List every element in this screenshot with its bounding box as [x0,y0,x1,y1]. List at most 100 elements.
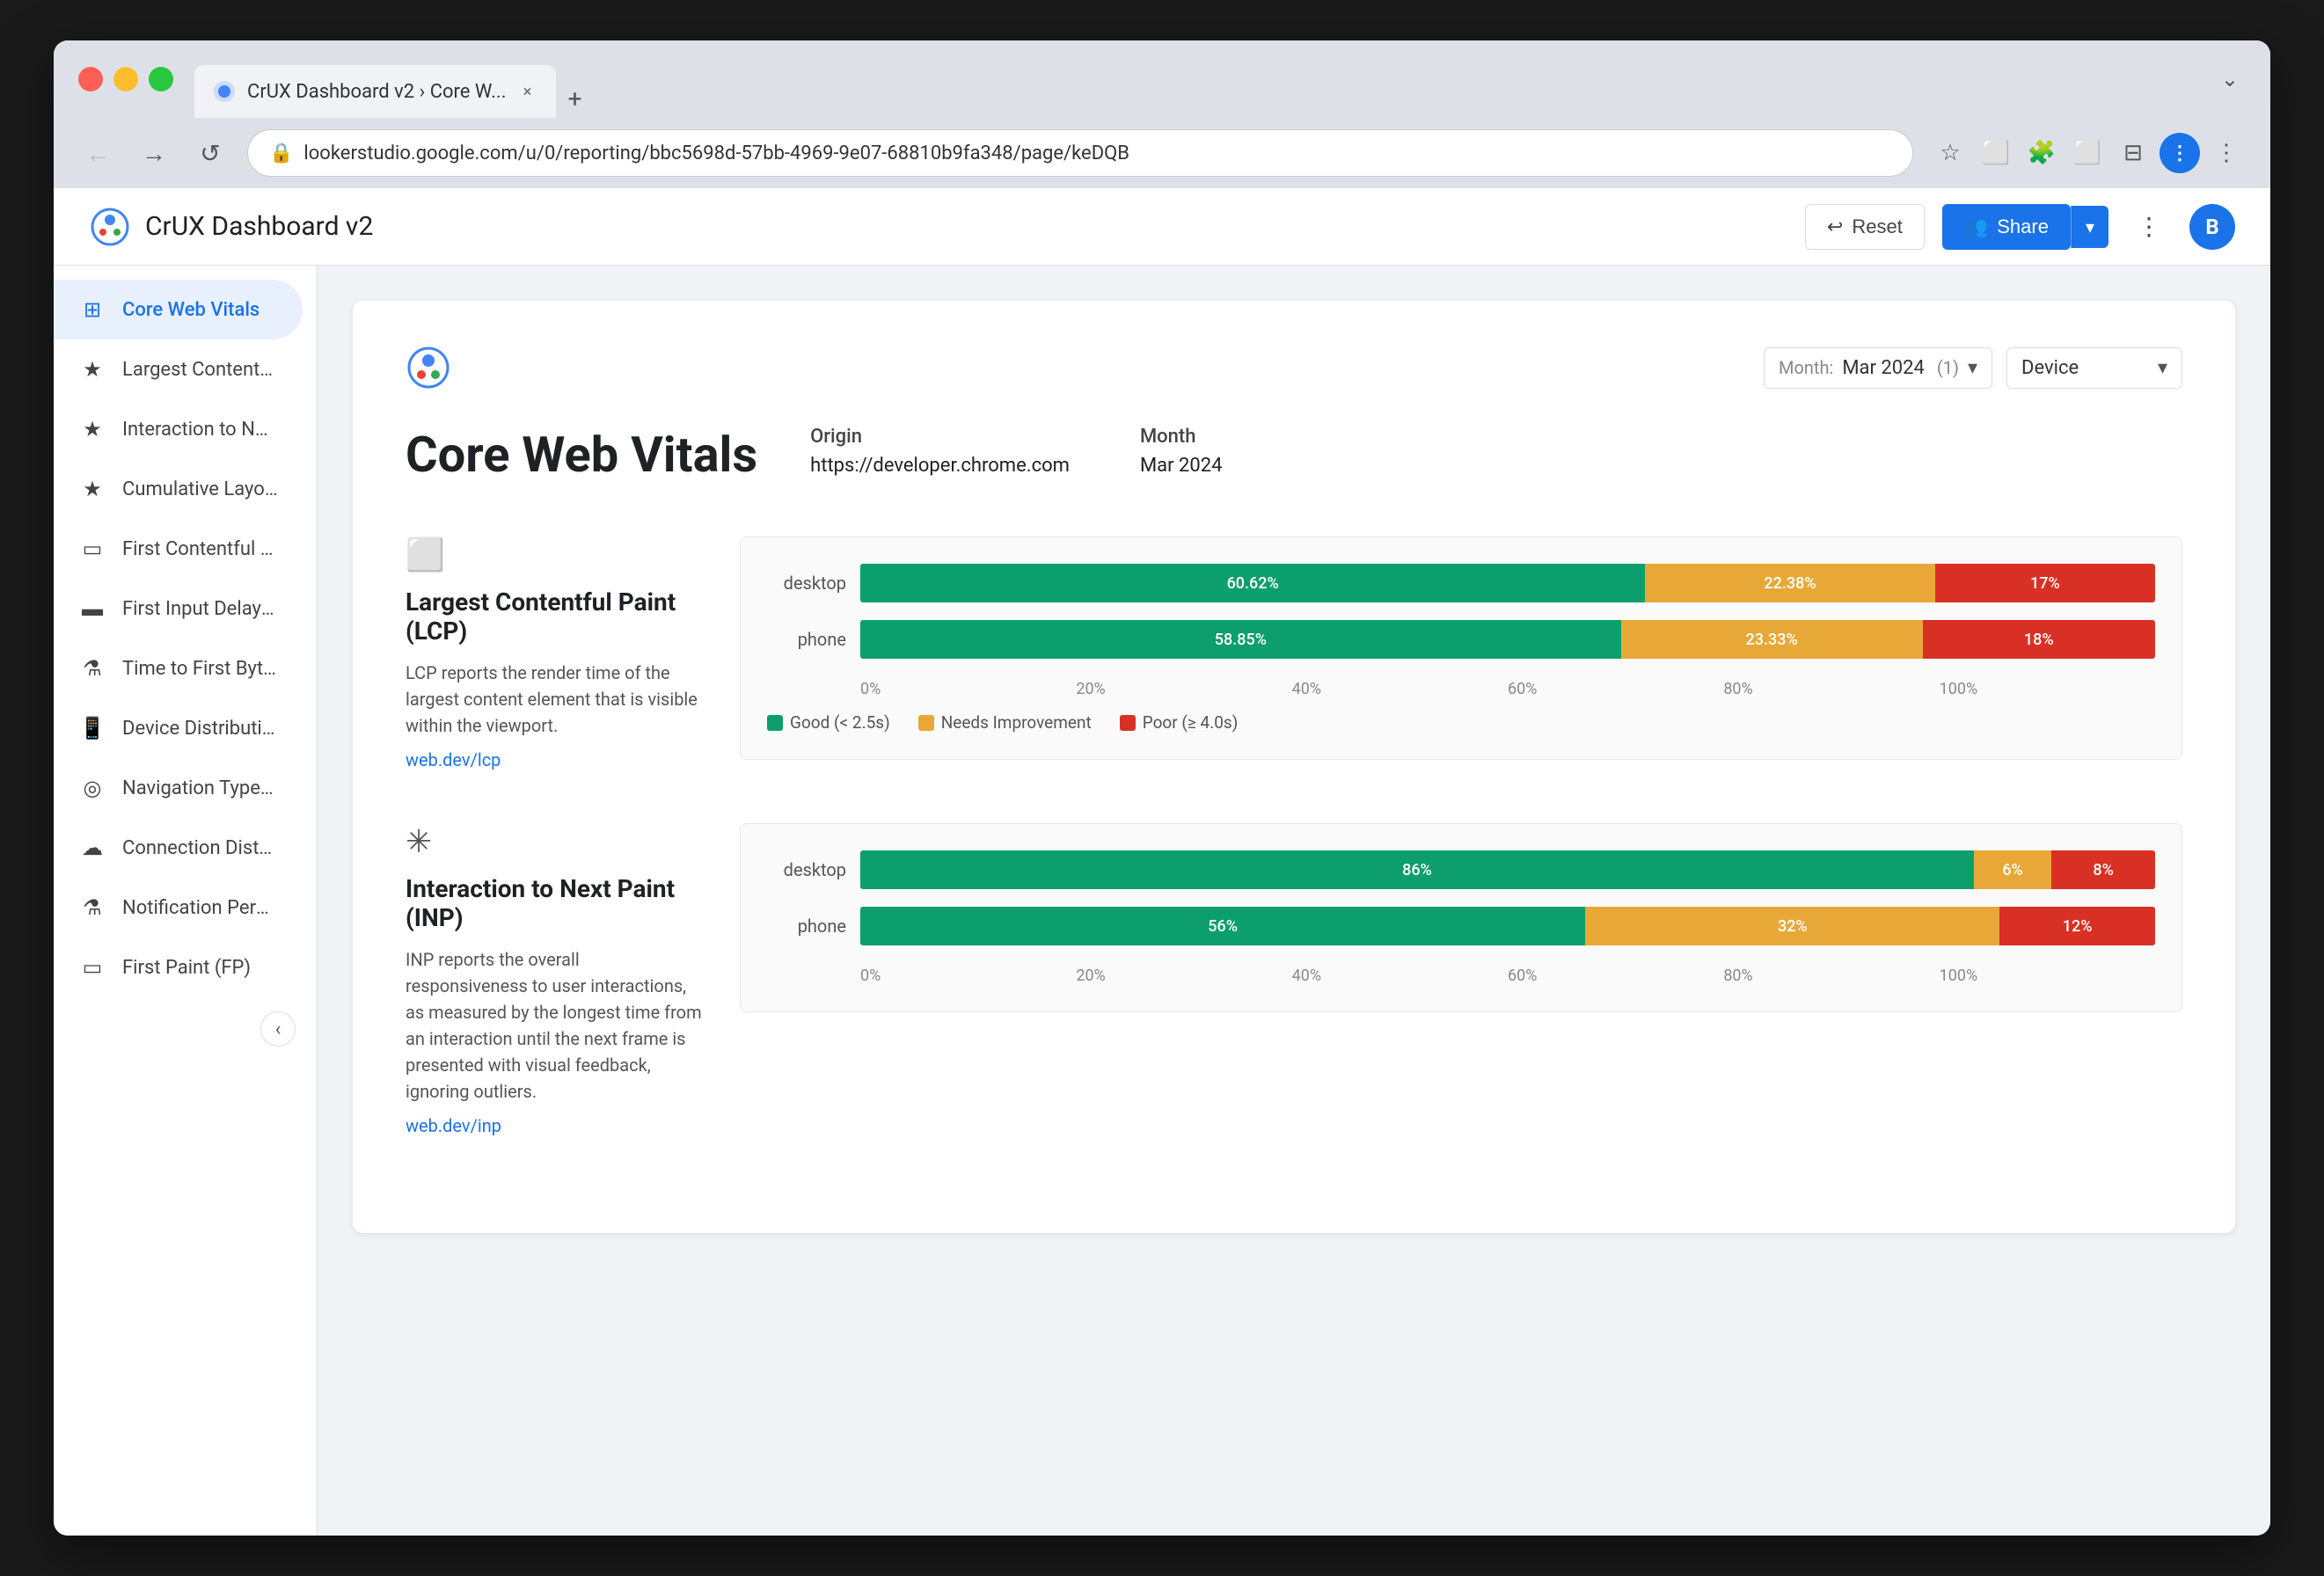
inp-phone-row: phone 56% 32% 12% [767,907,2155,945]
sidebar-item-core-web-vitals[interactable]: ⊞ Core Web Vitals [54,280,303,339]
sidebar-item-label: Navigation Type Distrib... [122,777,278,799]
month-filter[interactable]: Month: Mar 2024 (1) ▾ [1764,347,1992,389]
lcp-phone-good-bar: 58.85% [860,620,1621,659]
sidebar-item-label: Notification Permissions [122,897,278,919]
sidebar-item-cls[interactable]: ★ Cumulative Layout Shift... [54,459,303,519]
month-filter-value: Mar 2024 [1842,357,1925,379]
connection-icon: ☁ [78,834,106,862]
x-label-60: 60% [1508,967,1723,985]
origin-meta: Origin https://developer.chrome.com [810,426,1070,484]
fid-icon: ▬ [78,595,106,623]
lcp-phone-row: phone 58.85% 23.33% 18% [767,620,2155,659]
dash-meta: Origin https://developer.chrome.com Mont… [810,426,1222,484]
bookmark-button[interactable]: ☆ [1931,134,1970,172]
device-icon: 📱 [78,714,106,742]
month-value: Mar 2024 [1140,455,1223,477]
sidebar-item-fp[interactable]: ▭ First Paint (FP) [54,938,303,997]
sidebar-item-notification[interactable]: ⚗ Notification Permissions [54,878,303,938]
back-button[interactable]: ← [78,134,117,172]
inp-chart: desktop 86% 6% 8% phone [740,823,2182,1012]
sidebar-toggle-button[interactable]: ⊟ [2114,134,2152,172]
minimize-button[interactable] [113,67,138,91]
lcp-desktop-needs-bar: 22.38% [1645,564,1934,602]
reset-button[interactable]: ↩ Reset [1805,204,1925,250]
inp-desktop-bar: 86% 6% 8% [860,850,2155,889]
lcp-link[interactable]: web.dev/lcp [406,749,501,770]
address-bar[interactable]: 🔒 lookerstudio.google.com/u/0/reporting/… [247,129,1913,177]
active-tab[interactable]: CrUX Dashboard v2 › Core W... × [194,65,556,118]
x-label-100: 100% [1940,680,2155,698]
share-people-icon: 👥 [1964,215,1988,238]
inp-metric-icon: ✳ [406,823,705,860]
lcp-phone-label: phone [767,629,846,650]
sidebar-collapse-button[interactable]: ‹ [260,1011,296,1047]
x-label-40: 40% [1292,680,1508,698]
lcp-section: ⬜ Largest Contentful Paint (LCP) LCP rep… [406,536,2182,770]
menu-button[interactable]: ⋮ [2207,134,2246,172]
reload-button[interactable]: ↺ [191,134,230,172]
sidebar-item-inp[interactable]: ★ Interaction to Next Pain... [54,399,303,459]
window-controls[interactable]: ⌄ [2221,67,2246,91]
forward-button[interactable]: → [135,134,173,172]
extension-button[interactable]: ⬜ [1977,134,2015,172]
sidebar-item-lcp[interactable]: ★ Largest Contentful Pain... [54,339,303,399]
user-avatar[interactable]: B [2189,204,2235,250]
inp-desktop-needs-bar: 6% [1974,850,2051,889]
close-button[interactable] [78,67,103,91]
device-filter[interactable]: Device ▾ [2006,347,2182,389]
origin-value: https://developer.chrome.com [810,455,1070,477]
sidebar-item-fcp[interactable]: ▭ First Contentful Paint (F... [54,519,303,579]
inp-section: ✳ Interaction to Next Paint (INP) INP re… [406,823,2182,1136]
device-filter-value: Device [2021,357,2079,379]
traffic-lights [78,67,173,91]
sidebar-item-label: Cumulative Layout Shift... [122,478,278,500]
browser-window: CrUX Dashboard v2 › Core W... × + ⌄ ← → … [54,40,2270,1536]
dashboard-card: Month: Mar 2024 (1) ▾ Device ▾ Core Web … [353,301,2235,1233]
sidebar-item-label: First Paint (FP) [122,957,251,979]
profile-icon[interactable]: ⋮ [2160,133,2200,173]
legend-good-label: Good (< 2.5s) [790,712,890,733]
sidebar-item-nav[interactable]: ◎ Navigation Type Distrib... [54,758,303,818]
split-view-button[interactable]: ⬜ [2068,134,2107,172]
inp-desktop-label: desktop [767,859,846,880]
sidebar-item-label: Largest Contentful Pain... [122,359,278,381]
sidebar-item-fid[interactable]: ▬ First Input Delay (FID) [54,579,303,638]
sidebar: ⊞ Core Web Vitals ★ Largest Contentful P… [54,266,318,1536]
lcp-title: Largest Contentful Paint (LCP) [406,587,705,646]
inp-phone-good-bar: 56% [860,907,1585,945]
x-label-60: 60% [1508,680,1723,698]
lcp-description: ⬜ Largest Contentful Paint (LCP) LCP rep… [406,536,705,770]
sidebar-item-connection[interactable]: ☁ Connection Distribution [54,818,303,878]
inp-link[interactable]: web.dev/inp [406,1115,501,1136]
lcp-icon: ★ [78,355,106,383]
inp-desktop-good-bar: 86% [860,850,1974,889]
header-more-button[interactable]: ⋮ [2126,204,2172,250]
nav-bar: ← → ↺ 🔒 lookerstudio.google.com/u/0/repo… [54,118,2270,188]
app-header: CrUX Dashboard v2 ↩ Reset 👥 Share ▾ ⋮ B [54,188,2270,266]
legend-poor: Poor (≥ 4.0s) [1120,712,1239,733]
tab-close-button[interactable]: × [517,81,538,102]
share-label: Share [1997,215,2049,238]
inp-description-text: INP reports the overall responsiveness t… [406,946,705,1105]
lcp-desktop-row: desktop 60.62% 22.38% 17% [767,564,2155,602]
x-label-0: 0% [860,680,1076,698]
share-dropdown-button[interactable]: ▾ [2071,206,2108,248]
reset-icon: ↩ [1827,215,1843,238]
sidebar-bottom: ‹ [54,997,317,1061]
tab-title: CrUX Dashboard v2 › Core W... [247,81,507,103]
x-label-40: 40% [1292,967,1508,985]
inp-x-axis: 0% 20% 40% 60% 80% 100% [860,967,2155,985]
share-button[interactable]: 👥 Share [1942,204,2071,250]
device-dropdown-icon: ▾ [2158,357,2167,379]
extension2-button[interactable]: 🧩 [2022,134,2061,172]
maximize-button[interactable] [149,67,173,91]
sidebar-item-device[interactable]: 📱 Device Distribution [54,698,303,758]
sidebar-item-ttfb[interactable]: ⚗ Time to First Byte (TTFB) [54,638,303,698]
needs-color-dot [918,715,934,731]
new-tab-button[interactable]: + [556,79,595,118]
x-label-20: 20% [1076,967,1291,985]
inp-icon: ★ [78,415,106,443]
x-label-100: 100% [1940,967,2155,985]
sidebar-item-label: Core Web Vitals [122,299,259,321]
fcp-icon: ▭ [78,535,106,563]
